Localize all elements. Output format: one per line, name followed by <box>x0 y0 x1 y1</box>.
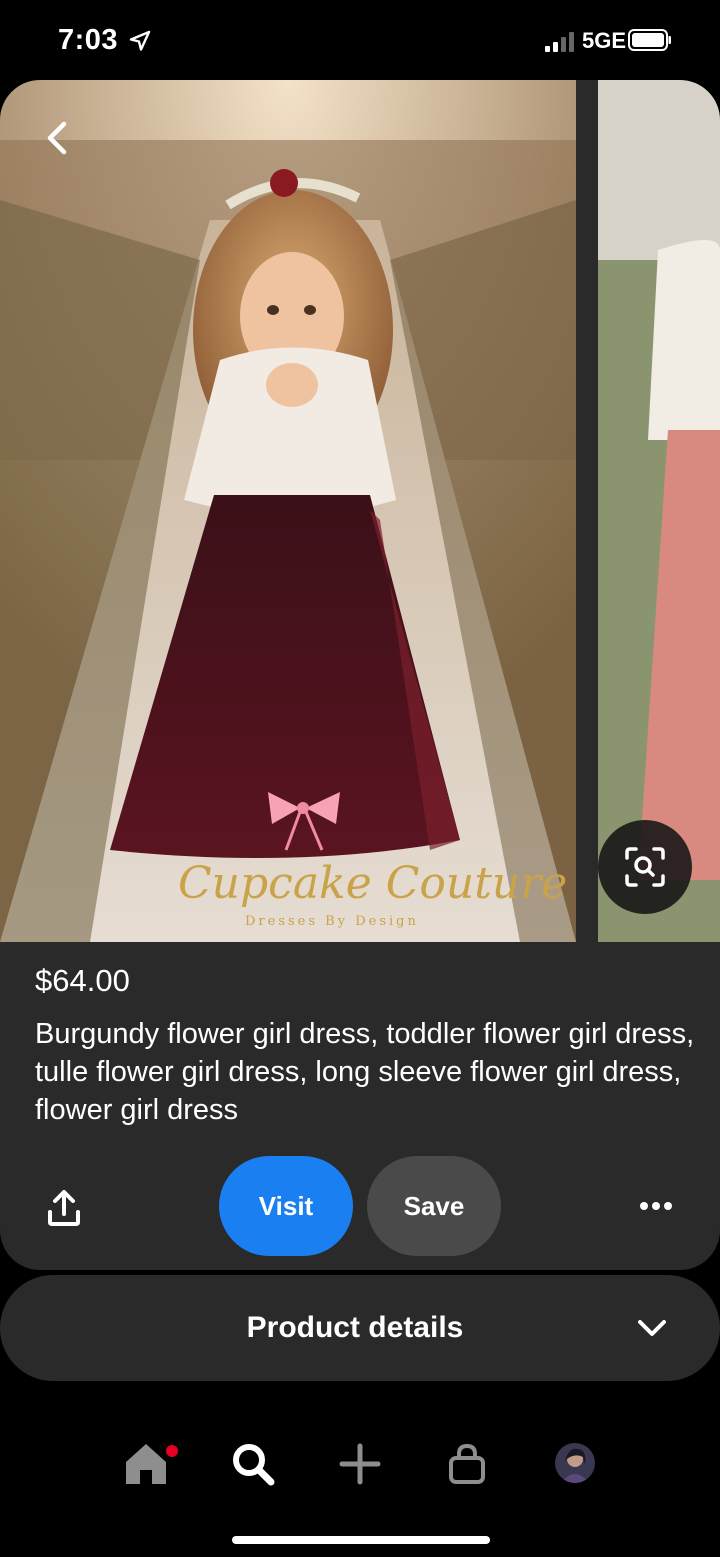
watermark-subtext: Dresses By Design <box>245 914 419 929</box>
battery-icon <box>628 29 671 51</box>
share-icon[interactable] <box>40 1184 88 1232</box>
pin-photo: Cupcake Couture Dresses By Design <box>0 80 576 942</box>
save-button[interactable]: Save <box>367 1156 501 1256</box>
home-icon[interactable] <box>120 1438 172 1490</box>
shop-bag-icon[interactable] <box>441 1438 493 1490</box>
avatar-photo <box>555 1443 595 1483</box>
notification-dot <box>166 1445 178 1457</box>
visual-search-button[interactable] <box>598 820 692 914</box>
next-pin-photo <box>598 80 720 942</box>
tab-bar <box>0 1430 720 1500</box>
product-details-label: Product details <box>246 1311 464 1344</box>
watermark-text: Cupcake Couture <box>178 858 567 909</box>
home-indicator <box>232 1536 490 1544</box>
more-icon[interactable] <box>632 1192 680 1220</box>
search-icon[interactable] <box>227 1438 279 1490</box>
signal-icon <box>545 32 574 52</box>
status-time: 7:03 <box>58 24 119 56</box>
product-details-toggle[interactable]: Product details <box>0 1275 720 1381</box>
network-type: 5GE <box>582 28 627 53</box>
plus-icon[interactable] <box>334 1438 386 1490</box>
avatar[interactable] <box>555 1443 595 1483</box>
location-arrow-icon <box>129 30 151 51</box>
pin-image[interactable]: Cupcake Couture Dresses By Design <box>0 80 576 942</box>
chevron-down-icon <box>638 1320 666 1336</box>
pin-card: Cupcake Couture Dresses By Design $64.00… <box>0 80 720 1270</box>
back-chevron-icon[interactable] <box>38 118 78 158</box>
visual-search-icon <box>625 847 665 887</box>
pin-actions: Visit Save <box>0 1156 720 1256</box>
pin-title: Burgundy flower girl dress, toddler flow… <box>35 1018 695 1126</box>
status-bar: 7:03 5GE <box>0 0 720 80</box>
pin-price: $64.00 <box>35 963 130 998</box>
visit-button[interactable]: Visit <box>219 1156 353 1256</box>
next-pin-preview[interactable] <box>598 80 720 942</box>
